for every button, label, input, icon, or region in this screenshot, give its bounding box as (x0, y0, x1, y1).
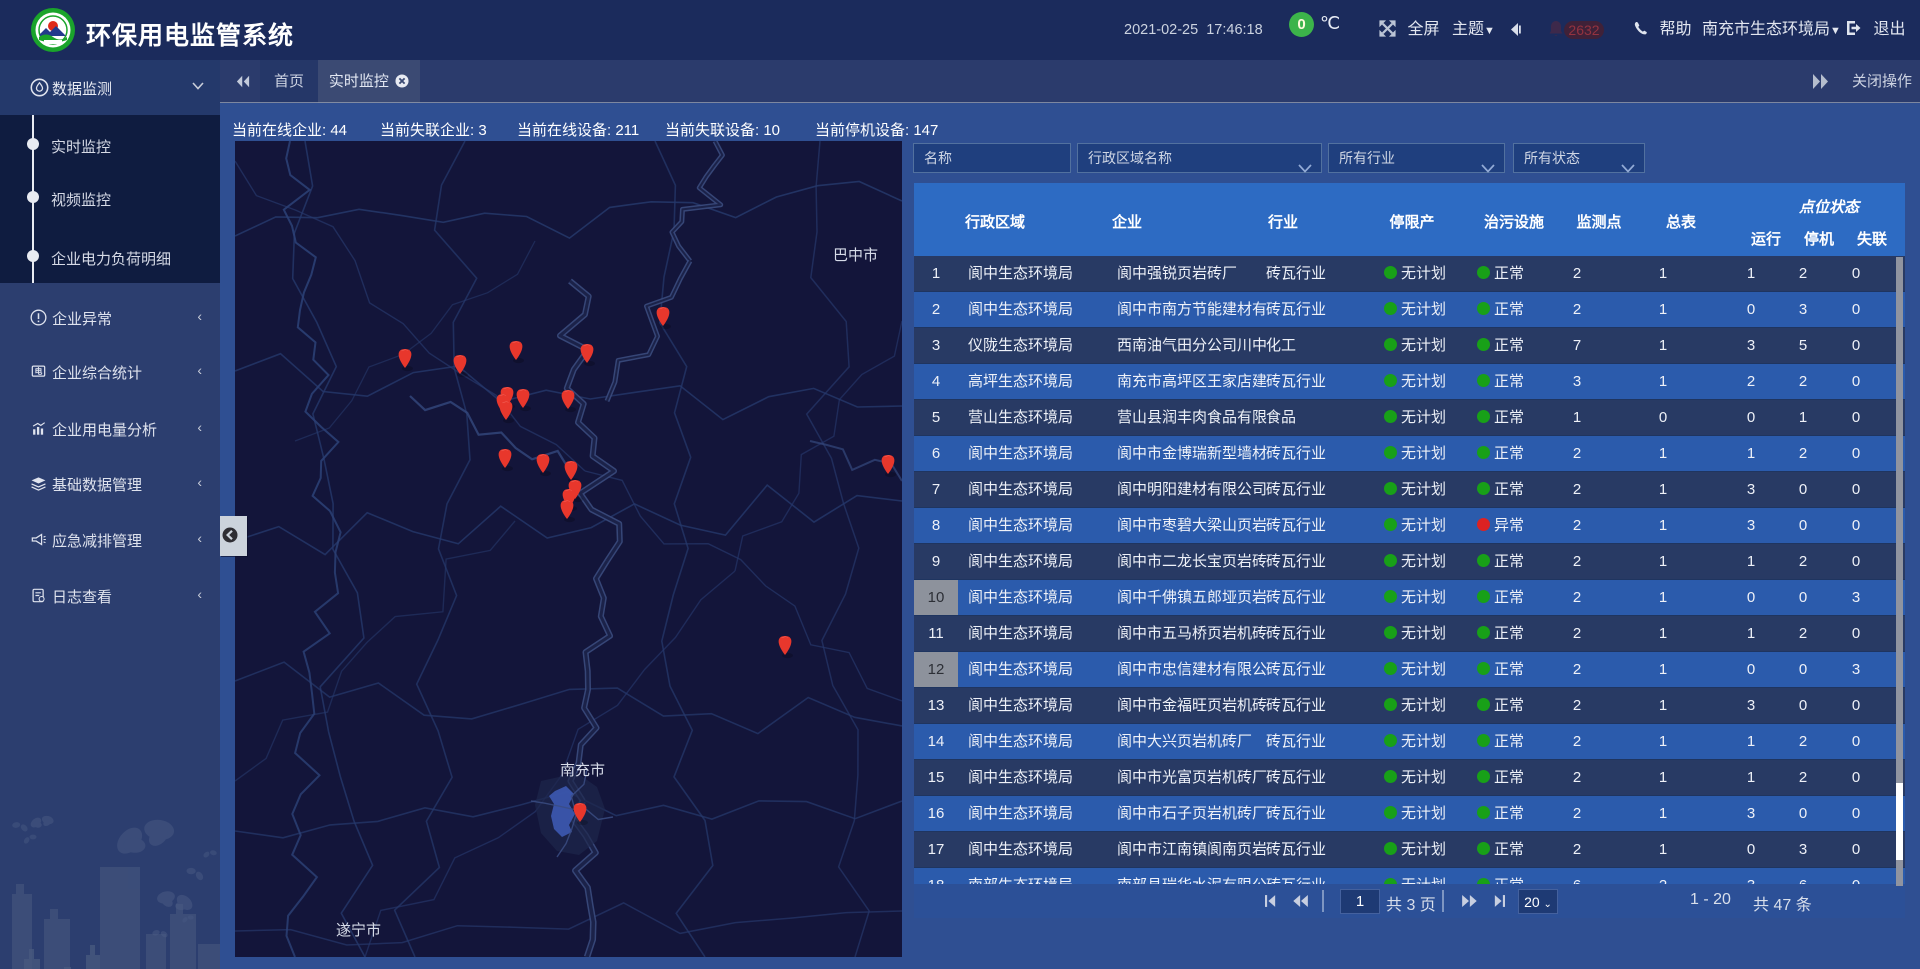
svg-text:遂宁市: 遂宁市 (336, 922, 381, 939)
svg-text:巴中市: 巴中市 (833, 247, 878, 264)
svg-text:电: 电 (35, 366, 43, 376)
svg-text:南充市: 南充市 (560, 762, 605, 779)
